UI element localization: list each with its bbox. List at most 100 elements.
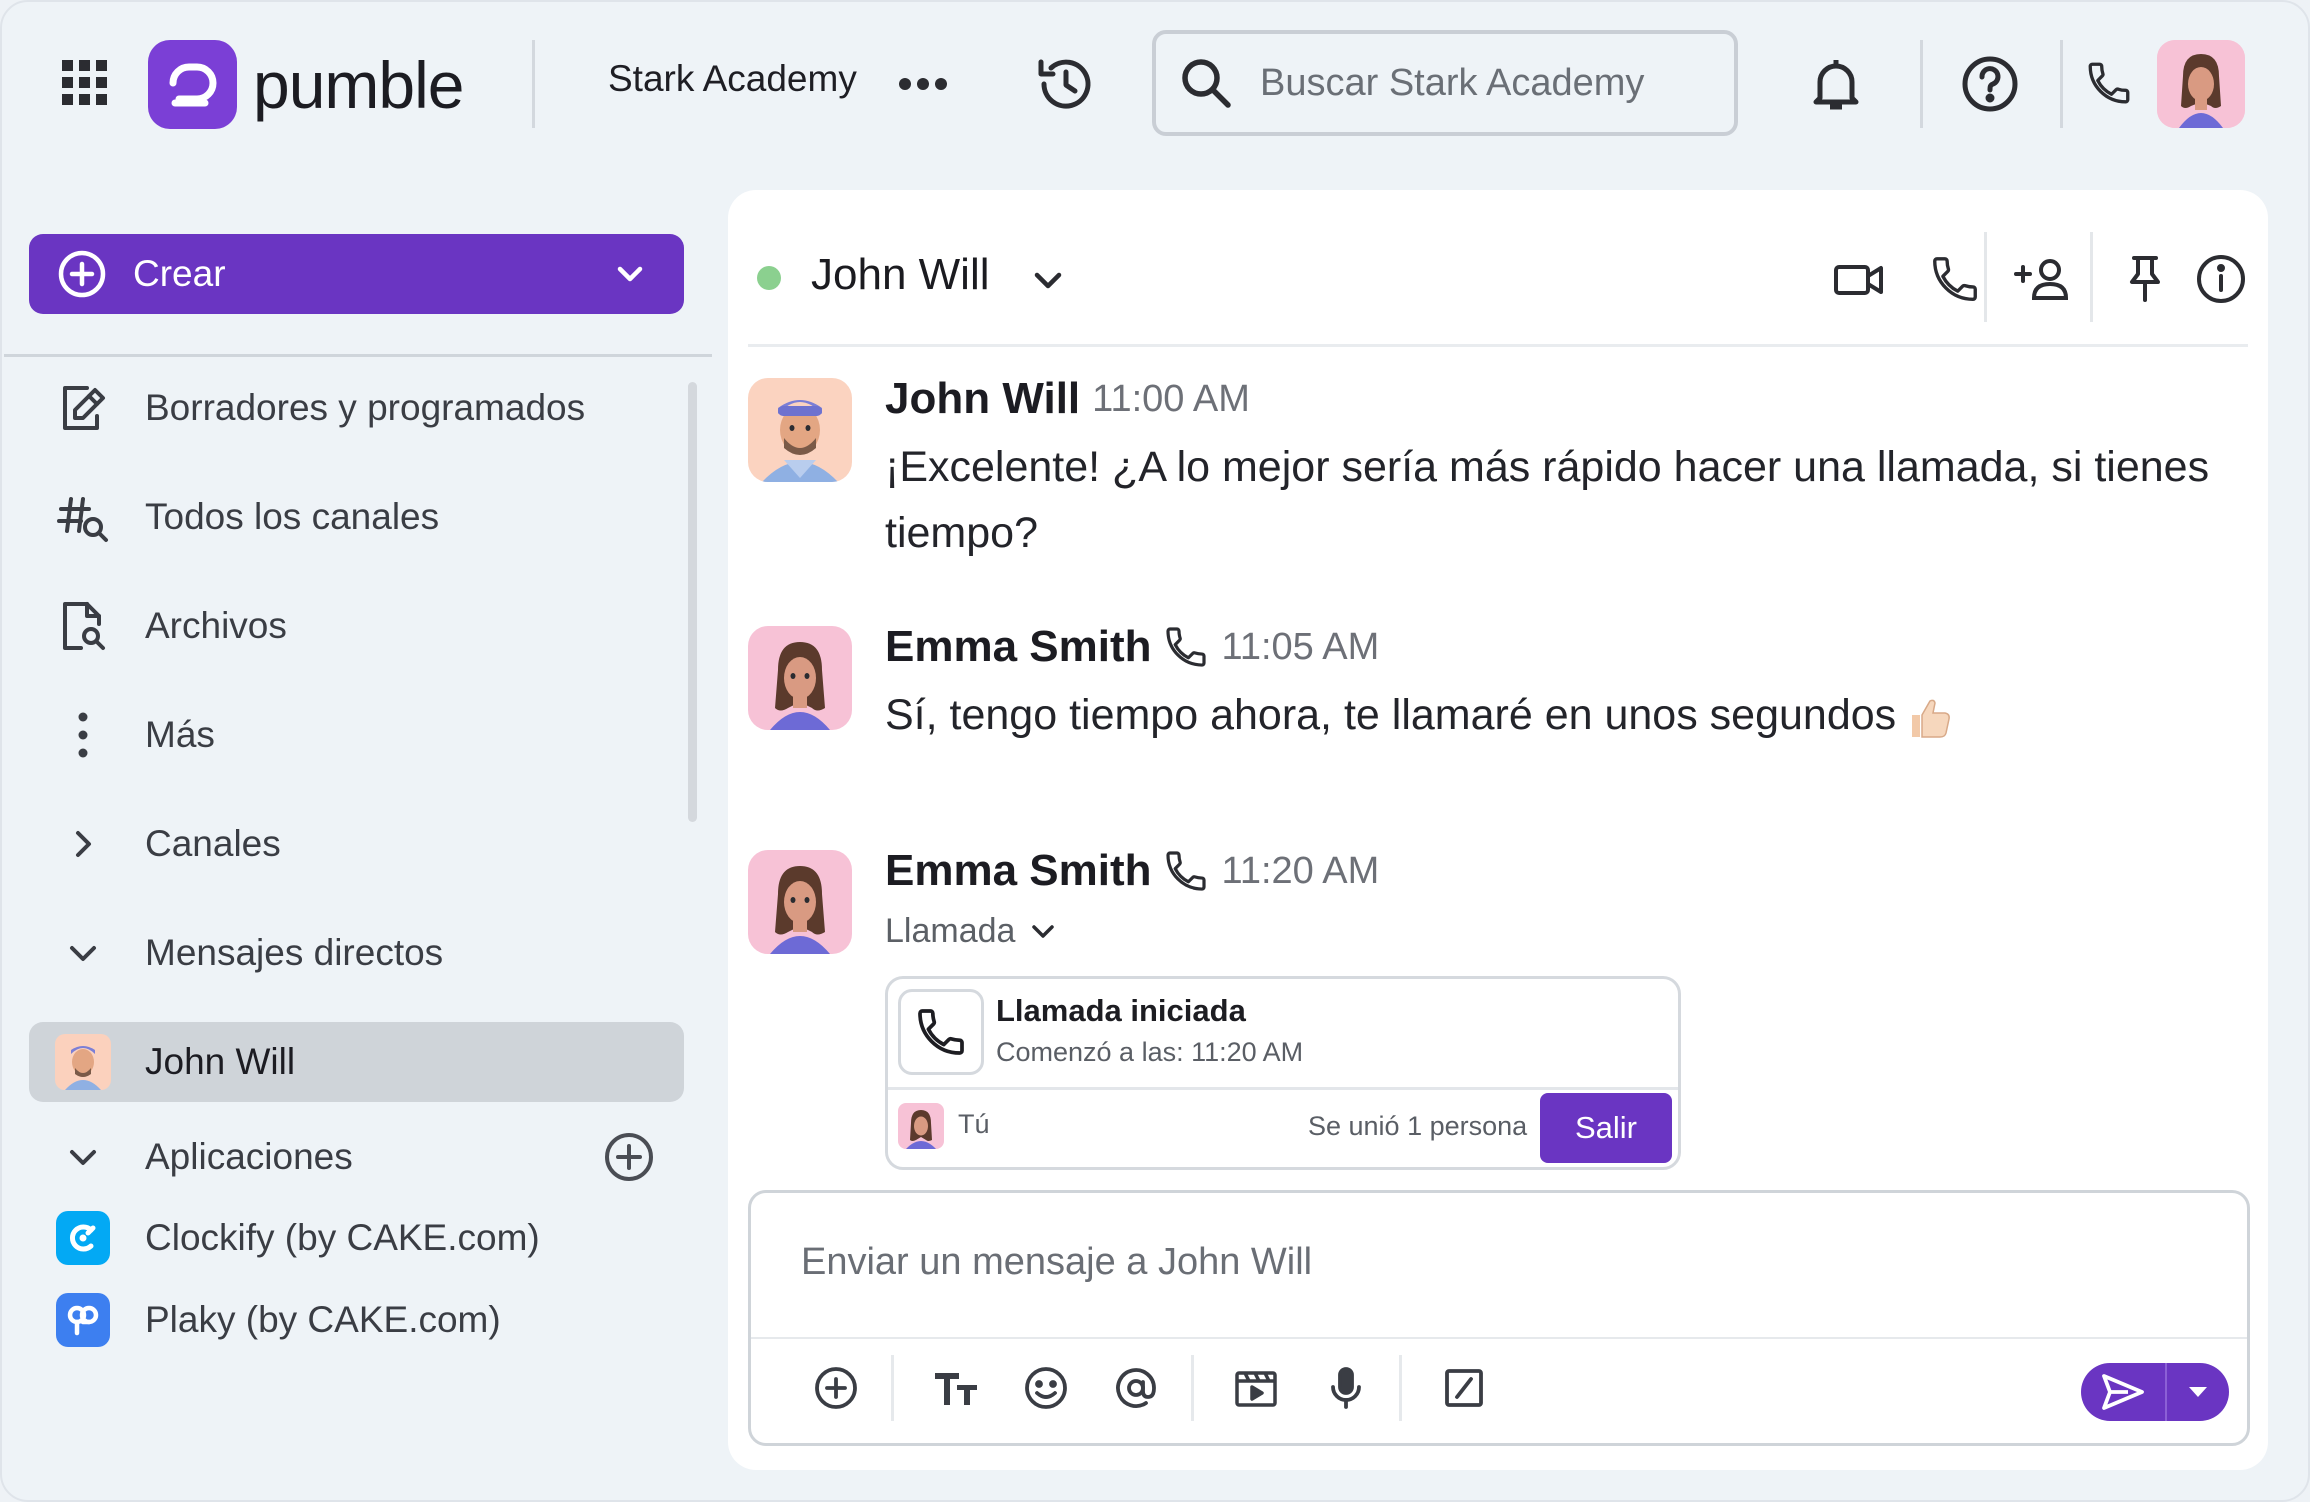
app-window: pumble Stark Academy Buscar Stark Academ… bbox=[0, 0, 2310, 1502]
text-format-icon[interactable] bbox=[929, 1361, 983, 1415]
send-icon[interactable] bbox=[2081, 1363, 2165, 1421]
divider bbox=[532, 40, 535, 128]
more-dots-icon[interactable] bbox=[897, 66, 949, 102]
add-app-icon[interactable] bbox=[602, 1130, 656, 1184]
online-status-indicator bbox=[757, 266, 781, 290]
divider bbox=[751, 1337, 2247, 1339]
message-time: 11:20 AM bbox=[1221, 849, 1380, 892]
message-text: ¡Excelente! ¿A lo mejor sería más rápido… bbox=[885, 443, 2210, 557]
call-start-time: Comenzó a las: 11:20 AM bbox=[996, 1037, 1304, 1067]
sidebar-item-app-clockify[interactable]: Clockify (by CAKE.com) bbox=[29, 1198, 684, 1278]
create-button-label: Crear bbox=[133, 253, 226, 294]
search-bar[interactable] bbox=[1152, 30, 1738, 136]
chevron-down-icon bbox=[612, 256, 648, 292]
plaky-icon bbox=[53, 1290, 113, 1350]
mention-icon[interactable] bbox=[1109, 1361, 1163, 1415]
sidebar-item-dm-john-will[interactable]: John Will bbox=[29, 1022, 684, 1102]
drafts-icon bbox=[53, 378, 113, 438]
divider bbox=[2060, 40, 2063, 128]
sidebar-item-app-plaky[interactable]: Plaky (by CAKE.com) bbox=[29, 1280, 684, 1360]
call-toggle-label: Llamada bbox=[885, 912, 1016, 950]
section-label: Aplicaciones bbox=[145, 1136, 353, 1177]
microphone-icon[interactable] bbox=[1319, 1361, 1373, 1415]
divider bbox=[891, 1355, 894, 1421]
more-vertical-icon bbox=[53, 705, 113, 765]
sidebar-section-channels[interactable]: Canales bbox=[29, 804, 684, 884]
message-meta: Emma Smith 11:20 AM bbox=[885, 846, 1379, 896]
pin-icon[interactable] bbox=[2118, 252, 2172, 306]
app-name: pumble bbox=[253, 47, 464, 122]
avatar[interactable] bbox=[748, 626, 852, 730]
create-button[interactable]: Crear bbox=[29, 234, 684, 314]
message-author[interactable]: John Will bbox=[885, 374, 1080, 424]
sidebar-item-label: Archivos bbox=[145, 605, 287, 646]
top-bar: pumble Stark Academy bbox=[2, 2, 2308, 167]
phone-icon[interactable] bbox=[1928, 252, 1982, 306]
avatar bbox=[898, 1103, 944, 1149]
sidebar-item-drafts[interactable]: Borradores y programados bbox=[29, 368, 684, 448]
info-icon[interactable] bbox=[2194, 252, 2248, 306]
bell-icon[interactable] bbox=[1810, 54, 1862, 114]
video-icon[interactable] bbox=[1832, 252, 1886, 306]
call-card: Llamada iniciada Comenzó a las: 11:20 AM… bbox=[885, 976, 1681, 1170]
files-icon bbox=[53, 596, 113, 656]
sidebar-divider bbox=[4, 354, 712, 357]
help-icon[interactable] bbox=[1960, 54, 2020, 114]
thumbs-up-icon bbox=[1904, 693, 1954, 743]
avatar bbox=[53, 1032, 113, 1092]
sidebar-item-more[interactable]: Más bbox=[29, 695, 684, 775]
message-meta: Emma Smith 11:05 AM bbox=[885, 622, 1379, 672]
search-icon bbox=[1178, 55, 1234, 111]
message-time: 11:00 AM bbox=[1092, 377, 1250, 420]
chevron-right-icon bbox=[53, 814, 113, 874]
gif-icon[interactable] bbox=[1229, 1361, 1283, 1415]
divider bbox=[1191, 1355, 1194, 1421]
apps-grid-icon[interactable] bbox=[60, 58, 110, 108]
sidebar-section-apps[interactable]: Aplicaciones bbox=[29, 1117, 684, 1197]
sidebar-scrollbar[interactable] bbox=[688, 382, 697, 822]
avatar[interactable] bbox=[748, 378, 852, 482]
chevron-down-icon[interactable] bbox=[1028, 260, 1068, 300]
message-input[interactable] bbox=[801, 1241, 2181, 1301]
send-options-icon[interactable] bbox=[2167, 1363, 2229, 1421]
pumble-logo[interactable]: pumble bbox=[148, 40, 464, 129]
sidebar-item-label: Más bbox=[145, 714, 215, 755]
call-toggle[interactable]: Llamada bbox=[885, 912, 1059, 951]
divider bbox=[1984, 232, 1987, 322]
message-meta: John Will 11:00 AM bbox=[885, 374, 1250, 424]
slash-command-icon[interactable] bbox=[1437, 1361, 1491, 1415]
history-icon[interactable] bbox=[1035, 54, 1095, 114]
pumble-logo-icon bbox=[148, 40, 237, 129]
call-participant-you: Tú bbox=[958, 1109, 990, 1139]
send-button-group bbox=[2081, 1363, 2229, 1421]
plus-circle-icon bbox=[57, 249, 107, 299]
message-time: 11:05 AM bbox=[1221, 625, 1380, 668]
sidebar-section-direct-messages[interactable]: Mensajes directos bbox=[29, 913, 684, 993]
workspace-name[interactable]: Stark Academy bbox=[608, 58, 857, 100]
message-author[interactable]: Emma Smith bbox=[885, 846, 1152, 896]
call-joined-count: Se unió 1 persona bbox=[1308, 1111, 1528, 1141]
message: John Will 11:00 AM ¡Excelente! ¿A lo mej… bbox=[748, 374, 2238, 568]
phone-icon bbox=[898, 989, 984, 1075]
search-input[interactable] bbox=[1260, 61, 1700, 105]
sidebar-item-files[interactable]: Archivos bbox=[29, 586, 684, 666]
emoji-icon[interactable] bbox=[1019, 1361, 1073, 1415]
section-label: Canales bbox=[145, 823, 281, 864]
channel-search-icon bbox=[53, 487, 113, 547]
leave-call-button[interactable]: Salir bbox=[1540, 1093, 1672, 1163]
add-icon[interactable] bbox=[809, 1361, 863, 1415]
add-person-icon[interactable] bbox=[2012, 252, 2072, 306]
avatar[interactable] bbox=[748, 850, 852, 954]
message-author[interactable]: Emma Smith bbox=[885, 622, 1152, 672]
user-avatar[interactable] bbox=[2157, 40, 2245, 128]
divider bbox=[888, 1087, 1678, 1090]
chat-panel: John Will John Will 11:00 AM ¡Excelente!… bbox=[728, 190, 2268, 1470]
phone-icon[interactable] bbox=[2084, 58, 2134, 108]
clockify-icon bbox=[53, 1208, 113, 1268]
sidebar-item-all-channels[interactable]: Todos los canales bbox=[29, 477, 684, 557]
message: Emma Smith 11:05 AM Sí, tengo tiempo aho… bbox=[748, 622, 2238, 739]
chat-title[interactable]: John Will bbox=[811, 250, 990, 300]
section-label: Mensajes directos bbox=[145, 932, 444, 973]
message-text: Sí, tengo tiempo ahora, te llamaré en un… bbox=[885, 691, 1897, 739]
divider bbox=[2090, 232, 2093, 322]
